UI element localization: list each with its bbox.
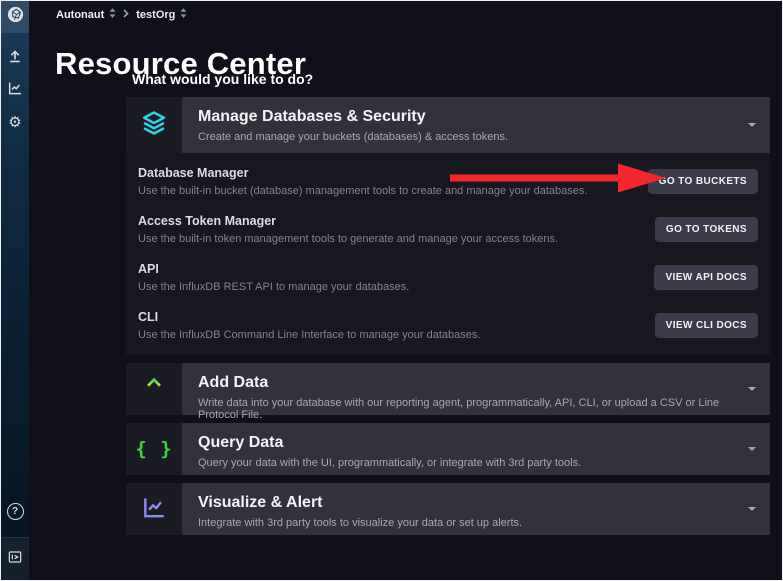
chevron-right-icon: [123, 9, 129, 21]
org-name: Autonaut: [56, 9, 104, 21]
row-description: Use the InfluxDB REST API to manage your…: [138, 281, 409, 293]
resource-row-api: API Use the InfluxDB REST API to manage …: [126, 253, 770, 301]
feedback-icon: [7, 549, 23, 570]
panel-manage-databases: Manage Databases & Security Create and m…: [126, 97, 770, 355]
panel-title: Query Data: [198, 434, 581, 452]
panel-header-add-data[interactable]: Add Data Write data into your database w…: [126, 363, 770, 415]
sidebar-item-load-data[interactable]: [1, 43, 29, 73]
chevron-down-icon[interactable]: [748, 447, 756, 455]
resource-row-database-manager: Database Manager Use the built-in bucket…: [126, 157, 770, 205]
sort-caret-icon: [180, 8, 187, 21]
row-title: Access Token Manager: [138, 214, 558, 228]
panel-visualize-alert: Visualize & Alert Integrate with 3rd par…: [126, 483, 770, 535]
influxdb-logo[interactable]: [1, 1, 29, 33]
org-selector[interactable]: Autonaut: [56, 8, 116, 21]
panel-icon-cell: [126, 363, 182, 415]
upload-icon: [7, 48, 23, 69]
panel-description: Query your data with the UI, programmati…: [198, 457, 581, 469]
row-description: Use the built-in bucket (database) manag…: [138, 185, 587, 197]
go-to-buckets-button[interactable]: GO TO BUCKETS: [648, 169, 758, 194]
braces-icon: { }: [135, 438, 172, 460]
sidebar-item-data-explorer[interactable]: [1, 75, 29, 105]
panel-header-visualize-alert[interactable]: Visualize & Alert Integrate with 3rd par…: [126, 483, 770, 535]
sort-caret-icon: [109, 8, 116, 21]
layers-icon: [140, 109, 168, 142]
row-title: Database Manager: [138, 166, 587, 180]
sidebar-item-help[interactable]: ?: [1, 497, 29, 525]
panel-query-data: { } Query Data Query your data with the …: [126, 423, 770, 475]
section-heading: What would you like to do?: [132, 71, 313, 87]
row-description: Use the InfluxDB Command Line Interface …: [138, 329, 480, 341]
panel-title: Manage Databases & Security: [198, 108, 508, 126]
panel-description: Create and manage your buckets (database…: [198, 131, 508, 143]
chevron-down-icon[interactable]: [748, 387, 756, 395]
view-cli-docs-button[interactable]: VIEW CLI DOCS: [655, 313, 758, 338]
gear-icon: ⚙: [8, 115, 21, 130]
sidebar: ⚙ ?: [1, 1, 29, 580]
panel-icon-cell: [126, 97, 182, 153]
panel-add-data: Add Data Write data into your database w…: [126, 363, 770, 415]
resource-panels: Manage Databases & Security Create and m…: [126, 97, 770, 543]
help-icon: ?: [7, 503, 24, 520]
resource-row-access-token-manager: Access Token Manager Use the built-in to…: [126, 205, 770, 253]
panel-body-manage-databases: Database Manager Use the built-in bucket…: [126, 153, 770, 355]
graph-icon: [7, 80, 23, 101]
panel-header-query-data[interactable]: { } Query Data Query your data with the …: [126, 423, 770, 475]
line-chart-icon: [141, 494, 167, 525]
panel-title: Visualize & Alert: [198, 494, 522, 512]
panel-title: Add Data: [198, 374, 754, 392]
panel-description: Write data into your database with our r…: [198, 397, 754, 421]
account-name: testOrg: [136, 9, 175, 21]
view-api-docs-button[interactable]: VIEW API DOCS: [654, 265, 758, 290]
panel-icon-cell: { }: [126, 423, 182, 475]
row-title: CLI: [138, 310, 480, 324]
upload-icon: [141, 374, 167, 405]
chevron-down-icon[interactable]: [748, 507, 756, 515]
panel-description: Integrate with 3rd party tools to visual…: [198, 517, 522, 529]
breadcrumb: Autonaut testOrg: [56, 8, 187, 21]
logo-icon: [6, 5, 25, 29]
chevron-down-icon[interactable]: [748, 123, 756, 131]
resource-row-cli: CLI Use the InfluxDB Command Line Interf…: [126, 301, 770, 349]
account-selector[interactable]: testOrg: [136, 8, 187, 21]
panel-icon-cell: [126, 483, 182, 535]
sidebar-item-feedback[interactable]: [1, 537, 29, 580]
row-title: API: [138, 262, 409, 276]
row-description: Use the built-in token management tools …: [138, 233, 558, 245]
panel-header-manage-databases[interactable]: Manage Databases & Security Create and m…: [126, 97, 770, 153]
sidebar-item-settings[interactable]: ⚙: [1, 107, 29, 137]
go-to-tokens-button[interactable]: GO TO TOKENS: [655, 217, 758, 242]
